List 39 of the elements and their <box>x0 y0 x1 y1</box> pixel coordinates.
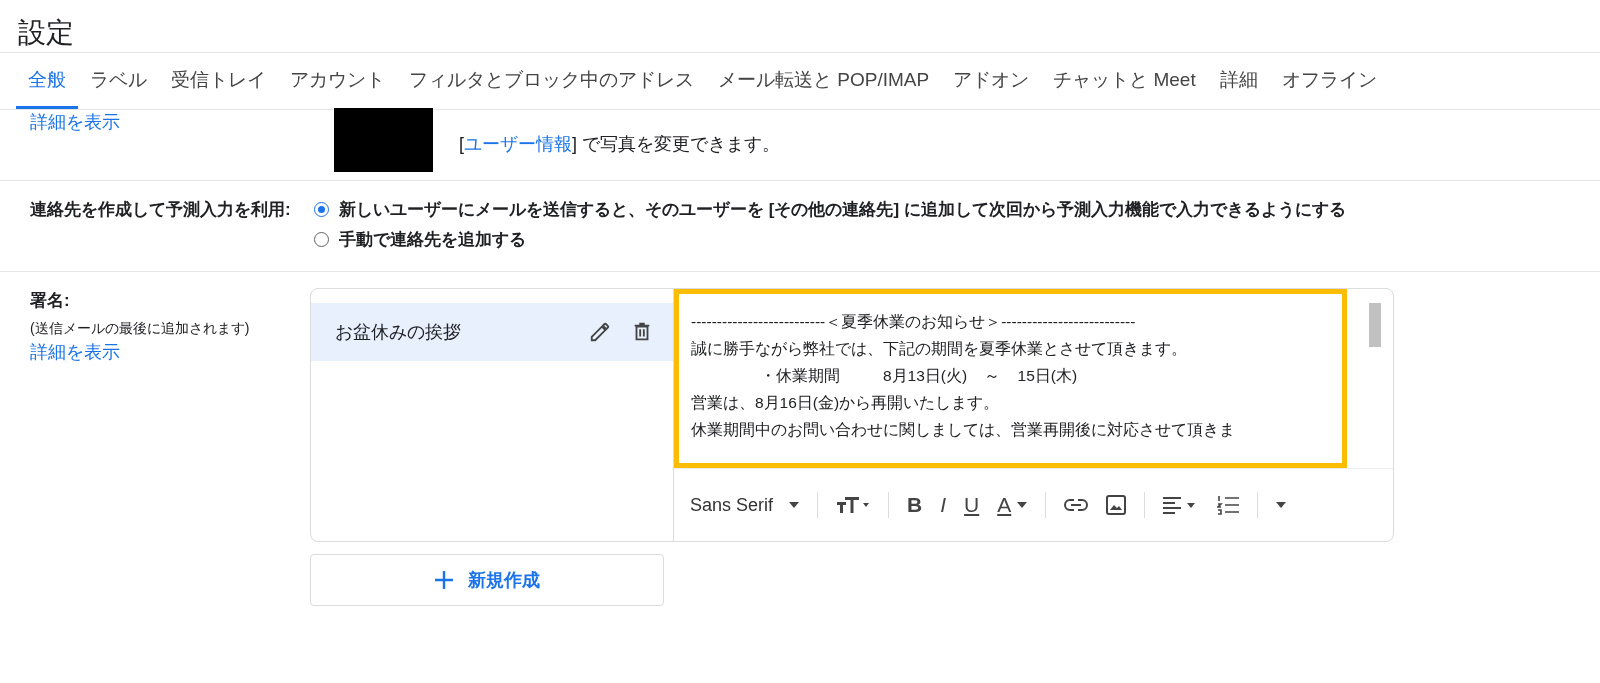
format-button[interactable]: A <box>997 493 1028 518</box>
numbered-list-icon[interactable] <box>1217 495 1240 516</box>
text-size-icon[interactable] <box>836 496 871 515</box>
edit-icon[interactable] <box>589 321 611 343</box>
plus-icon <box>434 570 454 590</box>
font-dropdown[interactable]: Sans Serif <box>690 494 800 516</box>
setting-label: 連絡先を作成して予測入力を利用: <box>29 199 292 221</box>
settings-tab[interactable]: ラベル <box>78 53 159 109</box>
signature-editor[interactable]: --------------------------＜夏季休業のお知らせ＞-------------------------- 誠に勝手ながら弊社では、下記の期間を夏季休業とさせて頂きます。 ・休業期間 8月13日(火) ～ 15日(木) 営業は、8月16日(金)から再開いたします。 休業期間中のお問い合わせに関しましては、営業再開後に対応させて頂きま <box>674 289 1347 469</box>
setting-label: 署名: <box>30 290 71 312</box>
caret-icon <box>1017 502 1028 509</box>
settings-tab[interactable]: アドオン <box>941 53 1042 109</box>
format-button[interactable]: I <box>940 493 947 518</box>
new-signature-button[interactable]: 新規作成 <box>310 554 664 606</box>
radio-label: 手動で連絡先を追加する <box>339 229 526 251</box>
page-title: 設定 <box>17 16 75 50</box>
settings-tab[interactable]: アカウント <box>278 53 397 109</box>
format-button[interactable]: B <box>907 493 923 518</box>
settings-tab[interactable]: フィルタとブロック中のアドレス <box>397 53 706 109</box>
caret-icon <box>1276 502 1287 509</box>
details-link[interactable]: 詳細を表示 <box>30 342 120 362</box>
settings-tab[interactable]: 詳細 <box>1207 53 1270 109</box>
settings-tab[interactable]: 受信トレイ <box>159 53 278 109</box>
photo-note: [ユーザー情報] で写真を変更できます。 <box>459 133 781 156</box>
user-info-link[interactable]: ユーザー情報 <box>464 134 572 154</box>
setting-hint: (送信メールの最後に追加されます) <box>30 320 251 338</box>
settings-tab[interactable]: チャットと Meet <box>1041 53 1208 109</box>
radio-label: 新しいユーザーにメールを送信すると、そのユーザーを [その他の連絡先] に追加して次回から予測入力機能で入力できるようにする <box>339 199 1346 221</box>
format-button[interactable]: U <box>964 493 980 518</box>
scrollbar[interactable] <box>1369 303 1381 347</box>
settings-tab[interactable]: 全般 <box>16 53 78 109</box>
settings-tab[interactable]: メール転送と POP/IMAP <box>706 53 942 109</box>
settings-tab[interactable]: オフライン <box>1269 53 1389 109</box>
signature-name: お盆休みの挨拶 <box>335 321 462 344</box>
link-icon[interactable] <box>1064 498 1089 513</box>
caret-icon <box>789 502 800 509</box>
image-icon[interactable] <box>1106 495 1127 516</box>
details-link[interactable]: 詳細を表示 <box>30 112 120 132</box>
signature-item[interactable]: お盆休みの挨拶 <box>311 303 673 361</box>
